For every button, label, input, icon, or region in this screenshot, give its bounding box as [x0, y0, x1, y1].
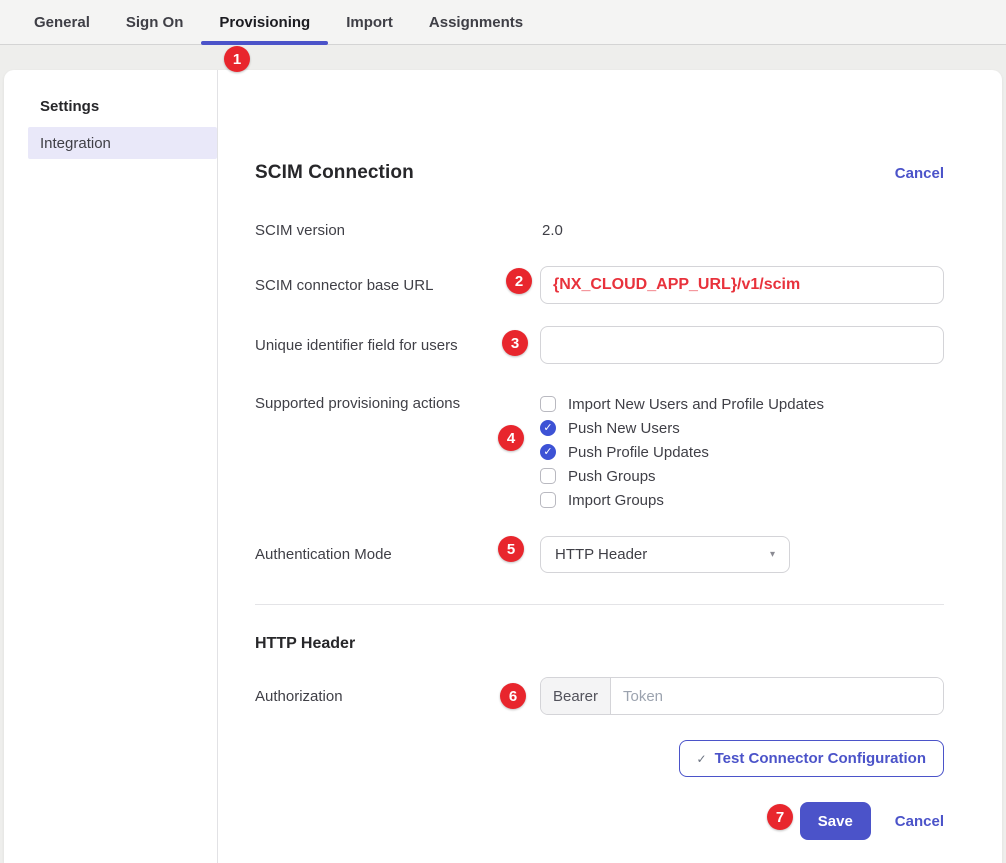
provisioning-actions-group: Import New Users and Profile Updates Pus… — [540, 392, 944, 512]
checkbox-label: Import Groups — [568, 492, 664, 509]
tab-provisioning[interactable]: Provisioning — [201, 0, 328, 44]
scim-version-value: 2.0 — [540, 222, 944, 239]
http-header-section-title: HTTP Header — [255, 635, 944, 653]
token-input[interactable] — [611, 678, 943, 714]
checkbox-icon — [540, 420, 556, 436]
checkbox-push-groups[interactable]: Push Groups — [540, 464, 944, 488]
provisioning-actions-label: Supported provisioning actions — [255, 392, 540, 416]
unique-id-input[interactable] — [540, 326, 944, 364]
annotation-badge-7: 7 — [767, 804, 793, 830]
base-url-input[interactable] — [540, 266, 944, 304]
checkbox-icon — [540, 396, 556, 412]
tab-label: Provisioning — [219, 14, 310, 31]
annotation-badge-2: 2 — [506, 268, 532, 294]
save-button[interactable]: Save — [800, 802, 871, 840]
tab-label: Sign On — [126, 14, 184, 31]
auth-mode-selected-value: HTTP Header — [555, 546, 647, 563]
annotation-badge-3: 3 — [502, 330, 528, 356]
authorization-input-group: Bearer — [540, 677, 944, 715]
check-icon: ✓ — [697, 752, 707, 766]
tab-general[interactable]: General — [16, 0, 108, 44]
test-connector-configuration-button[interactable]: ✓ Test Connector Configuration — [679, 740, 944, 777]
section-divider — [255, 604, 944, 605]
test-button-label: Test Connector Configuration — [715, 750, 926, 767]
tab-label: Import — [346, 14, 393, 31]
sidebar-item-label: Integration — [40, 135, 111, 152]
settings-sidebar: Settings Integration — [4, 70, 218, 863]
checkbox-icon — [540, 468, 556, 484]
sidebar-heading: Settings — [28, 98, 217, 127]
auth-mode-select[interactable]: HTTP Header ▾ — [540, 536, 790, 573]
scim-connection-form: SCIM Connection Cancel SCIM version 2.0 … — [218, 70, 1002, 863]
tab-sign-on[interactable]: Sign On — [108, 0, 202, 44]
checkbox-import-new-users[interactable]: Import New Users and Profile Updates — [540, 392, 944, 416]
tab-assignments[interactable]: Assignments — [411, 0, 541, 44]
bearer-prefix: Bearer — [541, 678, 611, 714]
tab-label: Assignments — [429, 14, 523, 31]
checkbox-push-new-users[interactable]: Push New Users — [540, 416, 944, 440]
base-url-label: SCIM connector base URL — [255, 277, 540, 294]
chevron-down-icon: ▾ — [770, 549, 775, 560]
checkbox-label: Push Groups — [568, 468, 656, 485]
scim-version-label: SCIM version — [255, 222, 540, 239]
page-title: SCIM Connection — [255, 162, 414, 184]
checkbox-push-profile-updates[interactable]: Push Profile Updates — [540, 440, 944, 464]
provisioning-card: Settings Integration SCIM Connection Can… — [4, 70, 1002, 863]
annotation-badge-1: 1 — [224, 46, 250, 72]
cancel-link-bottom[interactable]: Cancel — [895, 813, 944, 830]
annotation-badge-6: 6 — [500, 683, 526, 709]
tab-import[interactable]: Import — [328, 0, 411, 44]
sidebar-item-integration[interactable]: Integration — [28, 127, 217, 159]
checkbox-import-groups[interactable]: Import Groups — [540, 488, 944, 512]
checkbox-label: Import New Users and Profile Updates — [568, 396, 824, 413]
authorization-label: Authorization — [255, 688, 540, 705]
checkbox-label: Push New Users — [568, 420, 680, 437]
checkbox-icon — [540, 444, 556, 460]
annotation-badge-5: 5 — [498, 536, 524, 562]
app-tab-bar: General Sign On Provisioning Import Assi… — [0, 0, 1006, 45]
cancel-link-top[interactable]: Cancel — [895, 165, 944, 182]
checkbox-label: Push Profile Updates — [568, 444, 709, 461]
annotation-badge-4: 4 — [498, 425, 524, 451]
tab-label: General — [34, 14, 90, 31]
checkbox-icon — [540, 492, 556, 508]
unique-id-label: Unique identifier field for users — [255, 337, 540, 354]
